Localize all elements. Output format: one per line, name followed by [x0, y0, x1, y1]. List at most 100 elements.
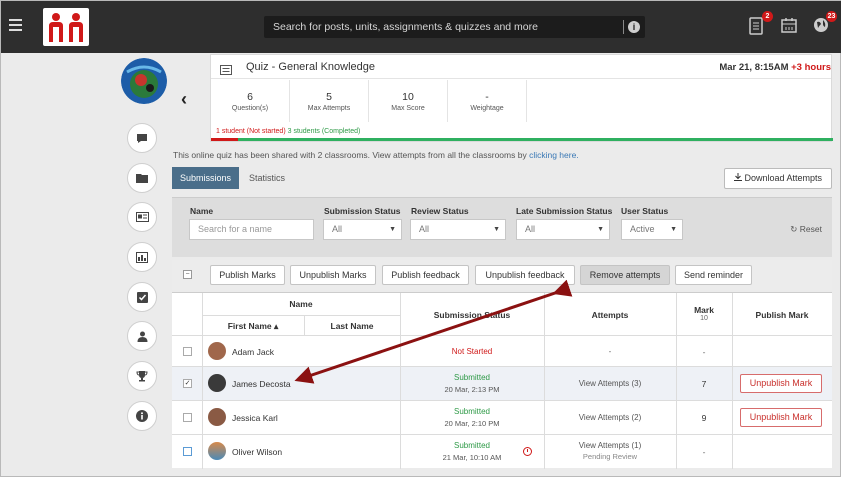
user-status-select[interactable]: Active ▼: [621, 219, 683, 240]
completed-count: 3 students (Completed): [287, 128, 361, 135]
filter-name-label: Name: [190, 206, 214, 216]
stat-weightage: - Weightage: [448, 80, 527, 122]
late-status-select[interactable]: All ▼: [516, 219, 610, 240]
row-checkbox[interactable]: [183, 413, 192, 422]
status-text: Submitted: [453, 373, 491, 382]
remove-attempts-button[interactable]: Remove attempts: [580, 265, 670, 285]
mark-cell: 9: [701, 413, 707, 423]
trophy-icon[interactable]: [127, 361, 157, 391]
submitted-date: 20 Mar, 2:10 PM: [444, 419, 500, 428]
avatar: [208, 442, 226, 460]
info-icon[interactable]: [127, 401, 157, 431]
header-submission-status: Submission Status: [433, 310, 511, 320]
calendar-icon[interactable]: [781, 17, 799, 37]
unpublish-mark-button[interactable]: Unpublish Mark: [740, 374, 822, 393]
submitted-date: 21 Mar, 10:10 AM: [442, 453, 502, 462]
view-attempts-link[interactable]: View Attempts (1): [544, 441, 676, 450]
student-name[interactable]: Oliver Wilson: [232, 447, 282, 457]
checkbox-icon[interactable]: [127, 282, 157, 312]
student-name[interactable]: Jessica Karl: [232, 413, 278, 423]
folder-icon[interactable]: [127, 163, 157, 193]
hamburger-menu-icon[interactable]: [9, 19, 22, 33]
tab-submissions[interactable]: Submissions: [172, 167, 239, 189]
row-checkbox[interactable]: [183, 447, 192, 456]
search-input[interactable]: Search for posts, units, assignments & q…: [264, 16, 645, 38]
submission-status: Submitted 20 Mar, 2:10 PM: [400, 407, 544, 428]
app-window: Search for posts, units, assignments & q…: [0, 0, 841, 477]
stat-value: -: [485, 91, 489, 103]
row-divider: [172, 335, 832, 336]
id-card-icon[interactable]: [127, 202, 157, 232]
row-checkbox[interactable]: [183, 347, 192, 356]
attempts-cell: -: [608, 347, 612, 356]
row-divider: [172, 400, 832, 401]
view-attempts-link[interactable]: View Attempts (2): [544, 413, 676, 422]
header-mark-max: 10: [700, 315, 708, 322]
dropdown-caret-icon: ▼: [670, 226, 677, 233]
completion-progress-bar: [211, 138, 833, 141]
user-status-value: Active: [630, 224, 655, 234]
chat-icon[interactable]: [127, 123, 157, 153]
review-status-value: All: [419, 224, 430, 234]
column-divider: [202, 293, 203, 469]
unpublish-mark-button[interactable]: Unpublish Mark: [740, 408, 822, 427]
mark-cell: -: [702, 447, 706, 457]
search-info-icon[interactable]: i: [628, 21, 640, 33]
select-all-checkbox[interactable]: −: [183, 270, 192, 279]
bulk-action-bar: − Publish Marks Unpublish Marks Publish …: [172, 260, 832, 290]
not-started-segment: [211, 138, 238, 141]
back-chevron-icon[interactable]: ‹: [181, 89, 187, 110]
download-attempts-button[interactable]: Download Attempts: [724, 168, 832, 189]
search-divider: [623, 20, 624, 34]
shared-note: This online quiz has been shared with 2 …: [173, 150, 579, 160]
submission-status-select[interactable]: All ▼: [323, 219, 402, 240]
stat-value: 10: [402, 91, 414, 103]
pending-review-label: Pending Review: [582, 452, 638, 461]
dropdown-caret-icon: ▼: [597, 226, 604, 233]
late-status-value: All: [525, 224, 536, 234]
send-reminder-button[interactable]: Send reminder: [675, 265, 752, 285]
header-last-name[interactable]: Last Name: [304, 321, 400, 331]
filter-panel: Name Search for a name Submission Status…: [172, 197, 832, 257]
course-avatar[interactable]: [121, 58, 167, 104]
user-icon[interactable]: [127, 321, 157, 351]
avatar: [208, 342, 226, 360]
bar-chart-icon[interactable]: [127, 242, 157, 272]
stat-value: 6: [247, 91, 253, 103]
header-mark-label: Mark: [694, 305, 714, 315]
student-name[interactable]: Adam Jack: [232, 347, 274, 357]
app-logo[interactable]: [43, 8, 89, 46]
notifications-icon[interactable]: 2: [749, 11, 773, 37]
row-checkbox[interactable]: ✓: [183, 379, 192, 388]
stat-value: 5: [326, 91, 332, 103]
filter-review-status-label: Review Status: [411, 206, 469, 216]
filter-late-status-label: Late Submission Status: [516, 206, 613, 216]
reset-label: Reset: [799, 224, 822, 234]
stat-label: Max Score: [391, 105, 425, 112]
name-search-input[interactable]: Search for a name: [189, 219, 314, 240]
publish-marks-button[interactable]: Publish Marks: [210, 265, 285, 285]
quiz-date-text: Mar 21, 8:15AM: [719, 62, 789, 73]
header-publish-mark: Publish Mark: [755, 310, 809, 320]
review-status-select[interactable]: All ▼: [410, 219, 506, 240]
unpublish-feedback-button[interactable]: Unpublish feedback: [475, 265, 575, 285]
globe-icon[interactable]: 23: [813, 11, 837, 37]
clicking-here-link[interactable]: clicking here.: [529, 150, 579, 160]
status-text: Submitted: [453, 407, 491, 416]
dropdown-caret-icon: ▼: [389, 226, 396, 233]
reset-button[interactable]: ↻ Reset: [790, 224, 822, 235]
not-started-count: 1 student (Not started): [216, 128, 286, 135]
tab-statistics[interactable]: Statistics: [239, 167, 295, 189]
publish-feedback-button[interactable]: Publish feedback: [382, 265, 469, 285]
view-attempts-link[interactable]: View Attempts (3): [544, 379, 676, 388]
header-name: Name: [289, 299, 313, 309]
unpublish-marks-button[interactable]: Unpublish Marks: [290, 265, 376, 285]
stat-max-attempts: 5 Max Attempts: [290, 80, 369, 122]
filter-user-status-label: User Status: [621, 206, 669, 216]
shared-note-text: This online quiz has been shared with 2 …: [173, 150, 530, 160]
notifications-badge: 2: [762, 11, 773, 22]
header-first-name[interactable]: First Name ▴: [202, 321, 304, 332]
student-name[interactable]: James Decosta: [232, 379, 291, 389]
download-icon: [733, 173, 745, 183]
mark-cell: -: [702, 347, 706, 357]
